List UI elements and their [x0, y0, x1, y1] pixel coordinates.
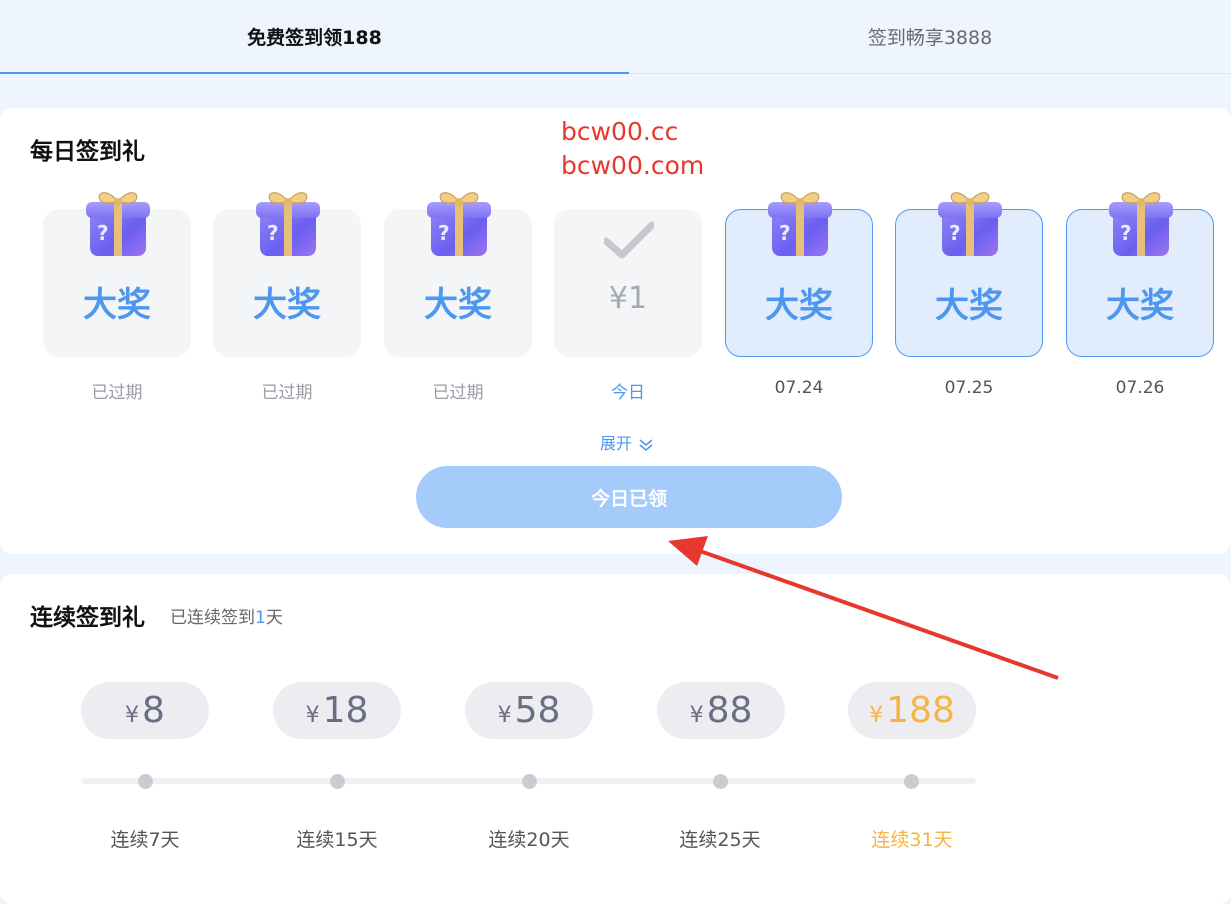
streak-milestone-dot [713, 774, 728, 789]
gift-box-icon [423, 184, 495, 258]
streak-milestone-label: 连续25天 [679, 829, 761, 851]
currency-symbol: ¥ [689, 703, 704, 728]
tab-signin-enjoy-3888[interactable]: 签到畅享3888 [629, 0, 1231, 74]
streak-milestone-dot [138, 774, 153, 789]
day-status-label-today: 今日 [611, 383, 645, 403]
streak-note-prefix: 已连续签到 [170, 608, 255, 628]
currency-symbol: ¥ [869, 703, 884, 728]
streak-reward-pill: ¥8 [81, 682, 209, 739]
day-prize-text: 大奖 [935, 286, 1003, 326]
streak-milestone-label: 连续20天 [488, 829, 570, 851]
currency-symbol: ¥ [125, 703, 140, 728]
watermark-line-1: bcw00.cc [561, 117, 679, 146]
streak-count: 1 [255, 608, 266, 628]
streak-reward-value: 18 [322, 690, 369, 731]
day-prize-text: 大奖 [424, 285, 492, 325]
streak-milestone-dot [330, 774, 345, 789]
streak-milestone-label: 连续7天 [110, 829, 180, 851]
expand-toggle[interactable]: 展开 [600, 430, 654, 454]
day-status-label: 已过期 [432, 383, 484, 403]
double-chevron-down-icon [639, 438, 653, 451]
streak-reward-value: 188 [886, 690, 955, 731]
streak-reward-value: 88 [706, 690, 753, 731]
streak-reward-value: 8 [142, 690, 165, 731]
streak-reward-pill: ¥58 [465, 682, 593, 739]
streak-milestone-dot [904, 774, 919, 789]
watermark-line-2: bcw00.com [561, 151, 705, 180]
streak-note-suffix: 天 [265, 608, 283, 628]
day-tile-today: ¥1 [554, 209, 702, 357]
streak-progress-note: 已连续签到1天 [170, 603, 283, 628]
day-status-label: 已过期 [261, 383, 313, 403]
streak-reward-pill: ¥18 [273, 682, 401, 739]
daily-signin-title: 每日签到礼 [30, 139, 145, 165]
tab-free-signin-188[interactable]: 免费签到领188 [0, 0, 629, 74]
day-prize-text: 大奖 [83, 285, 151, 325]
checkmark-icon [604, 221, 654, 259]
day-date-label: 07.24 [774, 378, 824, 398]
currency-symbol: ¥ [497, 703, 512, 728]
currency-symbol: ¥ [305, 703, 320, 728]
gift-box-icon [764, 184, 836, 258]
tab-bar: 免费签到领188 签到畅享3888 [0, 0, 1231, 74]
day-date-label: 07.25 [944, 378, 994, 398]
day-status-label: 已过期 [91, 383, 143, 403]
claim-today-button[interactable]: 今日已领 [416, 466, 842, 528]
gift-box-icon [1105, 184, 1177, 258]
streak-signin-title: 连续签到礼 [30, 605, 145, 631]
streak-reward-value: 58 [514, 690, 561, 731]
day-prize-text: 大奖 [765, 286, 833, 326]
day-prize-text: 大奖 [253, 285, 321, 325]
streak-milestone-label: 连续15天 [296, 829, 378, 851]
streak-reward-pill-top: ¥188 [848, 682, 976, 739]
expand-label: 展开 [600, 434, 633, 453]
streak-milestone-dot [522, 774, 537, 789]
day-prize-text: 大奖 [1106, 286, 1174, 326]
gift-box-icon [934, 184, 1006, 258]
gift-box-icon [252, 184, 324, 258]
streak-reward-pill: ¥88 [657, 682, 785, 739]
streak-milestone-label: 连续31天 [871, 829, 953, 851]
gift-box-icon [82, 184, 154, 258]
watermark-text: bcw00.cc bcw00.com [561, 115, 704, 183]
day-date-label: 07.26 [1115, 378, 1165, 398]
day-reward-amount: ¥1 [608, 281, 648, 316]
